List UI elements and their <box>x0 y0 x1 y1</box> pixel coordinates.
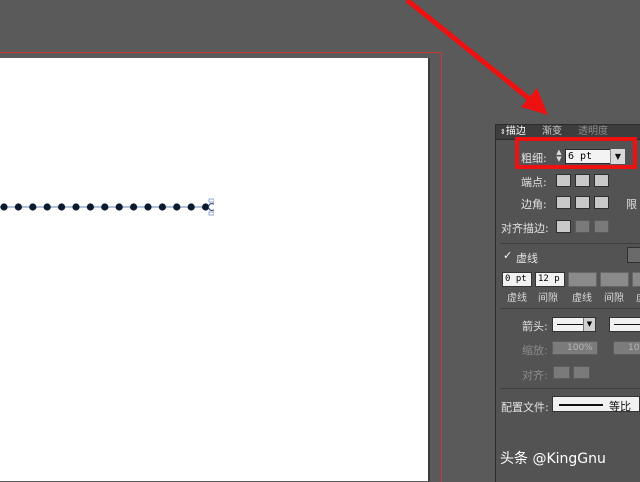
divider <box>500 388 640 389</box>
align-outside-button[interactable] <box>594 220 609 233</box>
dash-1-label: 虚线 <box>507 293 527 304</box>
dash-2-field[interactable] <box>568 272 597 287</box>
stroke-panel: ⇕描边 渐变 透明度 粗细: ▲ ▼ 6 pt ▼ 端点: 边角: 限 对齐描边:… <box>495 124 640 482</box>
dash-3-label: 虚 <box>636 289 640 304</box>
round-join-button[interactable] <box>575 196 590 209</box>
divider <box>500 243 640 244</box>
align-center-button[interactable] <box>556 220 571 233</box>
check-icon[interactable]: ✓ <box>503 249 512 262</box>
stroke-dot <box>144 203 152 211</box>
align-stroke-label: 对齐描边: <box>501 222 549 235</box>
anchor-point-end[interactable] <box>208 203 215 211</box>
stroke-dot <box>187 203 195 211</box>
stroke-dot <box>14 203 22 211</box>
stroke-dot <box>58 203 66 211</box>
stroke-dot <box>158 203 166 211</box>
stroke-dot <box>0 203 8 211</box>
end-scale-field[interactable]: 10 <box>613 341 640 355</box>
gap-2-field[interactable] <box>600 272 629 287</box>
width-profile-select[interactable]: 等比 <box>552 396 640 413</box>
stroke-dot <box>101 203 109 211</box>
align-inside-button[interactable] <box>575 220 590 233</box>
round-cap-button[interactable] <box>575 174 590 187</box>
miter-join-button[interactable] <box>556 196 571 209</box>
profile-label: 配置文件: <box>501 401 549 414</box>
scale-label: 缩放: <box>522 344 548 357</box>
preserve-dash-icon[interactable] <box>627 247 640 263</box>
gap-2-label: 间隙 <box>604 293 624 304</box>
artboard[interactable] <box>0 58 430 481</box>
stroke-dot <box>86 203 94 211</box>
dashed-line-label: 虚线 <box>516 252 538 265</box>
gap-1-label: 间隙 <box>538 293 558 304</box>
profile-value: 等比 <box>609 400 631 413</box>
limit-label: 限 <box>626 198 637 211</box>
dotted-stroke-path[interactable] <box>0 198 214 216</box>
dash-2-label: 虚线 <box>572 293 592 304</box>
stroke-dot <box>130 203 138 211</box>
selection-handle[interactable] <box>208 198 214 203</box>
watermark: 头条 @KingGnu <box>500 451 606 467</box>
dash-3-field[interactable] <box>632 272 640 287</box>
stroke-dot <box>72 203 80 211</box>
cap-label: 端点: <box>521 176 547 189</box>
arrow-tip-at-end-button[interactable] <box>573 366 590 379</box>
gap-1-field[interactable]: 12 p <box>535 272 565 287</box>
selection-handle[interactable] <box>208 211 214 216</box>
start-arrowhead-select[interactable]: ▼ <box>552 317 596 332</box>
corner-label: 边角: <box>521 198 547 211</box>
butt-cap-button[interactable] <box>556 174 571 187</box>
stroke-dot <box>115 203 123 211</box>
stroke-dot <box>29 203 37 211</box>
start-scale-field[interactable]: 100% <box>552 341 598 355</box>
arrow-tip-beyond-button[interactable] <box>553 366 570 379</box>
end-arrowhead-select[interactable] <box>609 317 640 332</box>
chevron-down-icon[interactable]: ▼ <box>583 318 595 331</box>
arrowheads-label: 箭头: <box>522 320 548 333</box>
annotation-highlight-box <box>515 137 637 169</box>
stroke-dot <box>173 203 181 211</box>
divider <box>500 308 640 309</box>
dash-1-field[interactable]: 0 pt <box>502 272 532 287</box>
stroke-dot <box>43 203 51 211</box>
projecting-cap-button[interactable] <box>594 174 609 187</box>
bevel-join-button[interactable] <box>594 196 609 209</box>
arrow-align-label: 对齐: <box>522 369 548 382</box>
